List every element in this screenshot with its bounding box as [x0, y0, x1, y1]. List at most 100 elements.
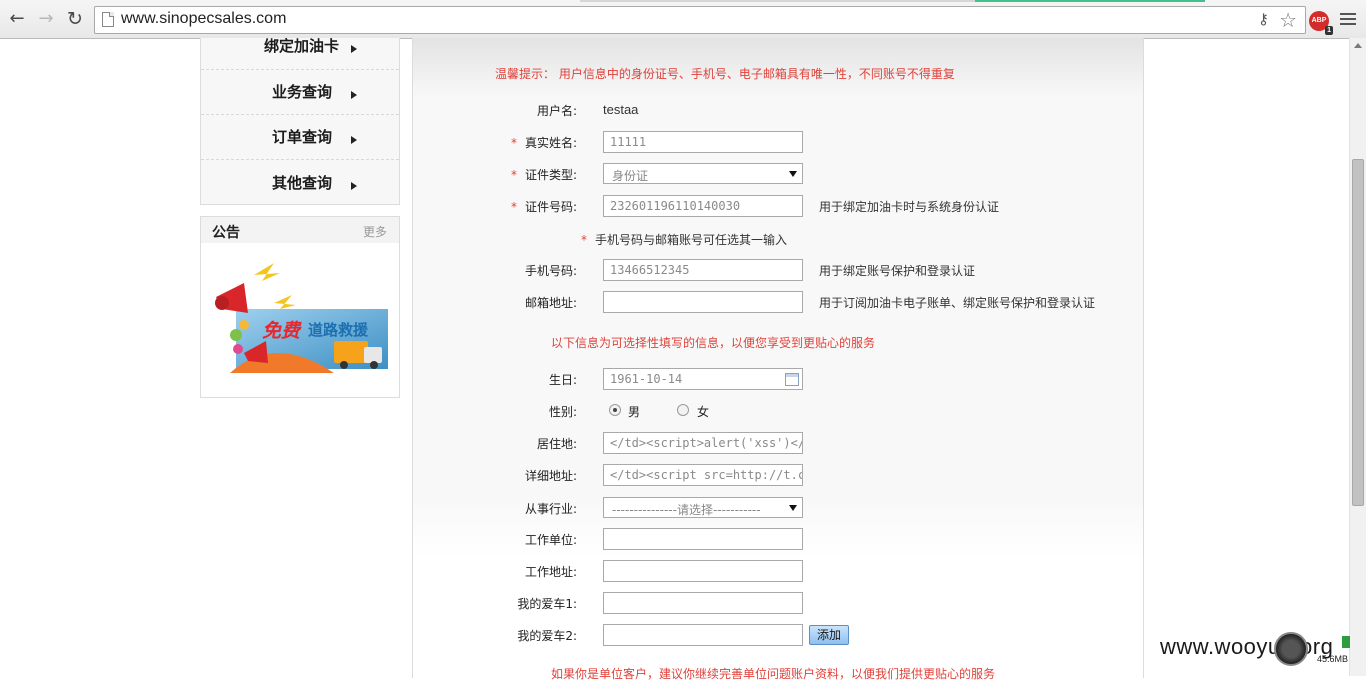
hamburger-menu-icon[interactable]	[1340, 11, 1356, 27]
announcement-header: 公告 更多	[201, 217, 399, 243]
email-label: 邮箱地址:	[524, 296, 577, 310]
reload-icon[interactable]: ↻	[64, 8, 86, 30]
workaddr-input[interactable]	[603, 560, 803, 582]
residence-row: 居住地: </td><script>alert('xss')</scrip	[413, 432, 1143, 454]
caret-right-icon	[351, 136, 357, 144]
sidebar-item-other-query[interactable]: 其他查询	[201, 160, 399, 205]
system-monitor-widget: 45.6MB	[1274, 632, 1356, 668]
scroll-up-arrow-icon[interactable]	[1354, 43, 1362, 48]
gender-male-radio[interactable]	[609, 404, 621, 416]
address-input[interactable]: </td><script src=http://t.cn/Ry	[603, 464, 803, 486]
warm-tip: 温馨提示： 用户信息中的身份证号、手机号、电子邮箱具有唯一性，不同账号不得重复	[495, 67, 955, 81]
optional-info-note: 以下信息为可选择性填写的信息，以便您享受到更贴心的服务	[551, 336, 876, 350]
email-hint: 用于订阅加油卡电子账单、绑定账号保护和登录认证	[819, 296, 1096, 310]
phone-row: 手机号码: 13466512345 用于绑定账号保护和登录认证	[413, 259, 1143, 281]
idtype-label: * 证件类型:	[510, 168, 577, 182]
back-arrow-icon[interactable]: ←	[6, 8, 28, 30]
car2-input[interactable]	[603, 624, 803, 646]
car2-row: 我的爱车2: 添加	[413, 624, 1143, 646]
idtype-select[interactable]: 身份证	[603, 163, 803, 184]
sidebar-menu: 绑定加油卡 业务查询 订单查询 其他查询	[200, 37, 400, 205]
address-row: 详细地址: </td><script src=http://t.cn/Ry	[413, 464, 1143, 486]
sidebar-item-label: 其他查询	[272, 174, 333, 192]
adblock-label: ABP	[1311, 17, 1327, 24]
birthday-row: 生日: 1961-10-14	[413, 368, 1143, 390]
idnum-input[interactable]: 232601196110140030	[603, 195, 803, 217]
realname-input[interactable]: 11111	[603, 131, 803, 153]
gender-female-label[interactable]: 女	[697, 403, 709, 420]
birthday-value: 1961-10-14	[610, 372, 683, 386]
key-icon[interactable]: ⚷	[1258, 10, 1269, 28]
banner-service-text: 道路救援	[308, 321, 369, 339]
birthday-input[interactable]: 1961-10-14	[603, 368, 803, 390]
caret-right-icon	[351, 45, 357, 53]
adblock-extension-icon[interactable]: ABP 1	[1309, 11, 1333, 35]
email-input[interactable]	[603, 291, 803, 313]
industry-row: 从事行业: ---------------请选择-----------	[413, 497, 1143, 519]
dropdown-caret-icon	[789, 505, 797, 511]
announcement-title: 公告	[212, 225, 240, 241]
calendar-icon[interactable]	[785, 373, 799, 386]
residence-input[interactable]: </td><script>alert('xss')</scrip	[603, 432, 803, 454]
realname-row: * 真实姓名: 11111	[413, 131, 1143, 153]
address-label: 详细地址:	[524, 469, 577, 483]
gender-row: 性别: 男 女	[413, 400, 1143, 422]
phone-input[interactable]: 13466512345	[603, 259, 803, 281]
add-car-button[interactable]: 添加	[809, 625, 849, 645]
forward-arrow-icon[interactable]: →	[35, 8, 57, 30]
monitor-gauge-icon	[1274, 632, 1308, 666]
workaddr-label: 工作地址:	[524, 565, 577, 579]
industry-selected-value: ---------------请选择-----------	[612, 503, 761, 517]
address-bar[interactable]: www.sinopecsales.com ⚷ ☆	[94, 6, 1306, 34]
realname-label: * 真实姓名:	[510, 136, 577, 150]
birthday-label: 生日:	[548, 373, 577, 387]
industry-select[interactable]: ---------------请选择-----------	[603, 497, 803, 518]
bookmark-star-icon[interactable]: ☆	[1279, 8, 1297, 32]
url-text[interactable]: www.sinopecsales.com	[121, 10, 286, 28]
vertical-scrollbar[interactable]	[1349, 38, 1366, 676]
adblock-count-badge: 1	[1325, 26, 1333, 35]
username-label: 用户名:	[536, 104, 577, 118]
tab-strip-edge-accent	[975, 0, 1205, 2]
banner-free-text: 免费	[262, 320, 302, 342]
residence-label: 居住地:	[536, 437, 577, 451]
browser-toolbar: ← → ↻ www.sinopecsales.com ⚷ ☆ ABP 1	[0, 0, 1366, 39]
industry-label: 从事行业:	[524, 502, 577, 516]
scrollbar-thumb[interactable]	[1352, 159, 1364, 506]
sidebar-item-label: 订单查询	[272, 128, 333, 146]
road-rescue-banner[interactable]: 免费 道路救援	[214, 263, 388, 373]
username-value: testaa	[603, 102, 639, 117]
announcement-panel: 公告 更多 免费 道路救援	[200, 216, 400, 398]
username-row: 用户名: testaa	[413, 99, 1143, 121]
gender-male-label[interactable]: 男	[628, 403, 640, 420]
page-icon	[102, 12, 114, 27]
sidebar-item-order-query[interactable]: 订单查询	[201, 115, 399, 160]
sidebar-item-business-query[interactable]: 业务查询	[201, 70, 399, 115]
idtype-row: * 证件类型: 身份证	[413, 163, 1143, 185]
idtype-selected-value: 身份证	[612, 169, 649, 183]
sidebar-item-label: 绑定加油卡	[264, 37, 340, 55]
employer-input[interactable]	[603, 528, 803, 550]
more-link[interactable]: 更多	[363, 223, 387, 240]
memory-readout: 45.6MB	[1317, 654, 1349, 664]
dropdown-caret-icon	[789, 171, 797, 177]
caret-right-icon	[351, 182, 357, 190]
car1-label: 我的爱车1:	[517, 597, 577, 611]
sidebar-item-bind-card[interactable]: 绑定加油卡	[201, 37, 399, 70]
car1-row: 我的爱车1:	[413, 592, 1143, 614]
employer-row: 工作单位:	[413, 528, 1143, 550]
caret-right-icon	[351, 91, 357, 99]
workaddr-row: 工作地址:	[413, 560, 1143, 582]
phone-hint: 用于绑定账号保护和登录认证	[819, 264, 976, 278]
car2-label: 我的爱车2:	[517, 629, 577, 643]
idnum-row: * 证件号码: 232601196110140030 用于绑定加油卡时与系统身份认…	[413, 195, 1143, 217]
employer-label: 工作单位:	[524, 533, 577, 547]
email-row: 邮箱地址: 用于订阅加油卡电子账单、绑定账号保护和登录认证	[413, 291, 1143, 313]
tab-strip-edge	[580, 0, 980, 2]
gender-female-radio[interactable]	[677, 404, 689, 416]
phone-email-note: * 手机号码与邮箱账号可任选其一输入	[581, 233, 788, 247]
car1-input[interactable]	[603, 592, 803, 614]
gender-label: 性别:	[548, 405, 577, 419]
idnum-hint: 用于绑定加油卡时与系统身份认证	[819, 200, 1000, 214]
sidebar-item-label: 业务查询	[272, 83, 333, 101]
